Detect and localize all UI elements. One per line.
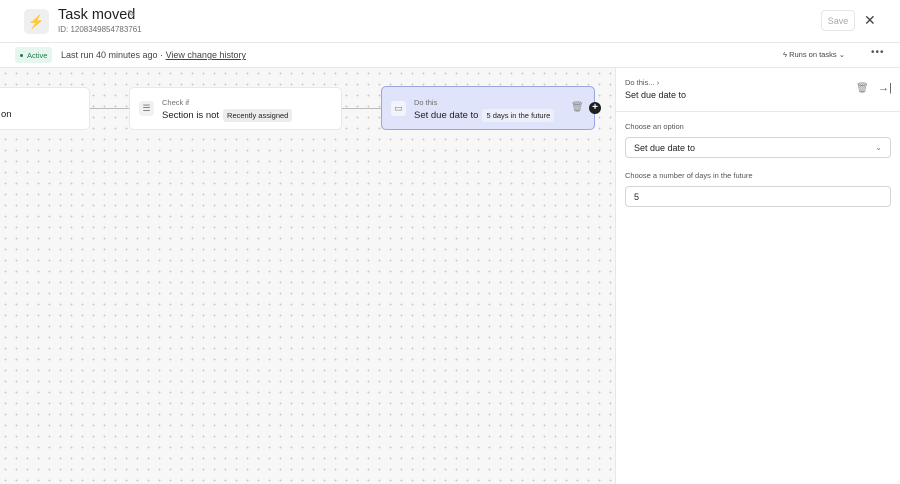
collapse-panel-icon[interactable]: →| — [878, 82, 892, 94]
chevron-right-icon: › — [656, 78, 660, 87]
check-card[interactable]: ☰ Check if Section is not Recently assign… — [129, 87, 342, 130]
divider — [616, 111, 900, 112]
days-value: 5 — [634, 191, 640, 202]
status-badge: Active — [15, 47, 53, 63]
runs-on-dropdown[interactable]: ϟ Runs on tasks ⌄ — [783, 50, 845, 59]
connector — [90, 108, 129, 109]
last-run-label: Last run 40 minutes ago · — [61, 50, 164, 60]
chevron-down-icon: ⌄ — [838, 50, 845, 59]
action-text: Set due date to — [414, 110, 479, 121]
option-value: Set due date to — [634, 142, 696, 153]
trigger-text: on — [1, 109, 12, 120]
more-options-icon[interactable]: ••• — [871, 47, 885, 58]
rule-title: Task moved — [58, 7, 136, 23]
lightning-outline-icon: ϟ — [783, 50, 787, 59]
trash-icon[interactable]: 🗑 — [856, 83, 869, 94]
lightning-icon: ⚡ — [24, 9, 49, 34]
trigger-card[interactable]: on — [0, 87, 90, 130]
status-text: Active — [27, 50, 48, 60]
trash-icon[interactable]: 🗑 — [571, 102, 584, 113]
close-icon[interactable]: ✕ — [864, 12, 876, 29]
calendar-icon: ▭ — [391, 101, 406, 116]
runs-on-label: Runs on tasks — [789, 50, 837, 59]
breadcrumb-text: Do this... — [625, 78, 655, 87]
option-select[interactable]: Set due date to ⌄ — [625, 137, 891, 158]
rule-id: ID: 1208349854783761 — [58, 25, 142, 34]
workflow-canvas[interactable] — [0, 68, 615, 484]
action-label: Do this — [414, 98, 438, 107]
status-dot-icon — [20, 53, 23, 57]
save-button[interactable]: Save — [821, 10, 855, 31]
section-chip: Recently assigned — [223, 109, 293, 122]
step-panel: Do this... › Set due date to 🗑 →| Choose… — [615, 68, 900, 484]
edit-pencil-icon[interactable]: ✎ — [127, 9, 135, 20]
filter-lines-icon: ☰ — [139, 101, 154, 116]
days-label: Choose a number of days in the future — [625, 171, 753, 180]
action-card[interactable]: ▭ Do this Set due date to 5 days in the f… — [381, 86, 595, 130]
add-step-icon[interactable]: + — [589, 102, 601, 114]
last-run-text: Last run 40 minutes ago · View change hi… — [61, 50, 246, 60]
check-label: Check if — [162, 98, 190, 107]
panel-title: Set due date to — [625, 90, 687, 100]
days-chip: 5 days in the future — [482, 109, 555, 122]
connector — [342, 108, 381, 109]
days-input[interactable]: 5 — [625, 186, 891, 207]
view-change-history-link[interactable]: View change history — [166, 50, 246, 60]
check-text: Section is not — [162, 110, 220, 121]
breadcrumb[interactable]: Do this... › — [625, 78, 659, 87]
option-label: Choose an option — [625, 122, 684, 131]
chevron-down-icon: ⌄ — [875, 143, 882, 152]
